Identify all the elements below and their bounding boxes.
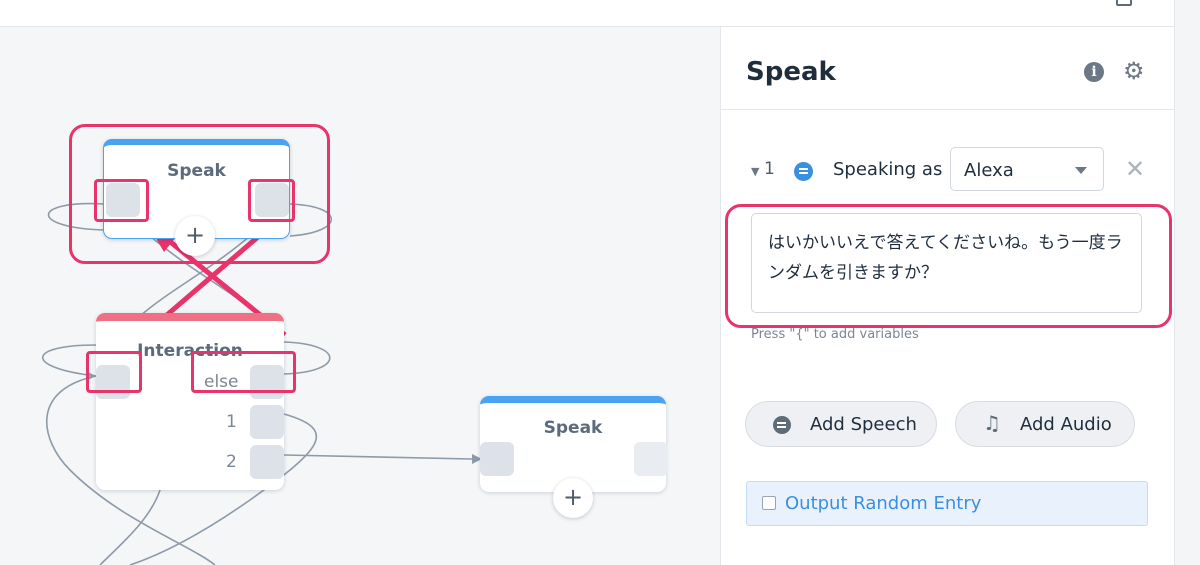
music-note-icon: ♫ bbox=[983, 411, 1001, 435]
output-random-entry-option[interactable]: Output Random Entry bbox=[746, 481, 1148, 526]
top-toolbar bbox=[0, 0, 1174, 27]
output-port-1[interactable] bbox=[250, 405, 284, 439]
highlight-interaction-else-port bbox=[191, 351, 296, 393]
gear-icon[interactable]: ⚙ bbox=[1123, 58, 1145, 84]
wire-port-2 bbox=[283, 454, 473, 460]
speaking-as-label: Speaking as bbox=[833, 159, 943, 180]
interaction-node[interactable]: Interaction else 1 2 bbox=[96, 313, 284, 490]
speak-node-right[interactable]: Speak + bbox=[480, 396, 668, 518]
random-entry-checkbox[interactable] bbox=[762, 496, 776, 510]
voice-select-value: Alexa bbox=[964, 160, 1014, 181]
highlight-speech-text bbox=[725, 204, 1172, 328]
node-title: Speak bbox=[543, 418, 603, 438]
variables-hint: Press "{" to add variables bbox=[751, 327, 919, 342]
output-port[interactable] bbox=[634, 442, 668, 476]
highlight-speak-output-port bbox=[248, 179, 295, 222]
add-speech-label: Add Speech bbox=[810, 414, 917, 435]
entry-number: 1 bbox=[764, 159, 775, 179]
add-speech-button[interactable]: Add Speech bbox=[745, 401, 937, 447]
add-audio-button[interactable]: ♫ Add Audio bbox=[955, 401, 1135, 447]
port-label-2: 2 bbox=[226, 452, 237, 472]
speech-bubble-icon bbox=[773, 416, 791, 434]
close-icon[interactable]: ✕ bbox=[1125, 157, 1145, 181]
flow-canvas[interactable]: Speak + Interaction else 1 2 Speak + bbox=[0, 27, 720, 565]
speech-bubble-icon bbox=[794, 162, 813, 181]
save-icon[interactable] bbox=[1116, 0, 1132, 6]
info-icon[interactable]: i bbox=[1084, 62, 1104, 82]
panel-title: Speak bbox=[746, 57, 836, 87]
input-port[interactable] bbox=[480, 442, 514, 476]
highlight-interaction-input-port bbox=[86, 351, 142, 393]
output-port-2[interactable] bbox=[250, 445, 284, 479]
highlight-speak-input-port bbox=[94, 179, 149, 222]
voice-select[interactable]: Alexa bbox=[950, 147, 1104, 191]
random-entry-label: Output Random Entry bbox=[785, 493, 982, 514]
panel-header: Speak i ⚙ bbox=[721, 27, 1175, 110]
speak-settings-panel: Speak i ⚙ ▼ 1 Speaking as Alexa ✕ はいかいいえ… bbox=[720, 27, 1175, 565]
port-label-1: 1 bbox=[226, 412, 237, 432]
right-scroll-strip bbox=[1174, 0, 1200, 565]
add-step-button[interactable]: + bbox=[553, 478, 593, 518]
add-audio-label: Add Audio bbox=[1020, 414, 1112, 435]
wire-lower-mid bbox=[99, 489, 161, 565]
collapse-caret-icon[interactable]: ▼ bbox=[751, 165, 759, 178]
chevron-down-icon bbox=[1075, 167, 1087, 174]
